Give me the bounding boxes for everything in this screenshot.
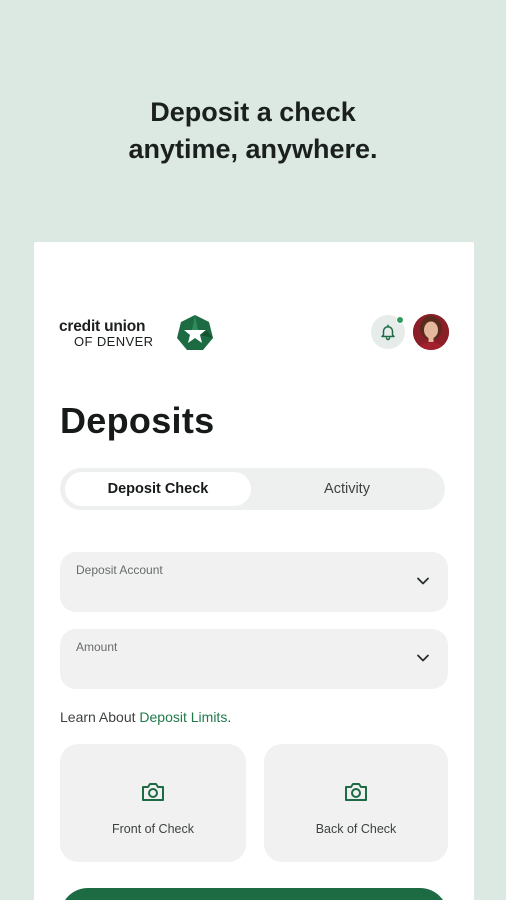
limits-suffix: . xyxy=(227,709,232,725)
front-of-check-label: Front of Check xyxy=(112,822,194,836)
limits-prefix: Learn About xyxy=(60,709,140,725)
promo-headline-line1: Deposit a check xyxy=(150,97,356,127)
logo-star-icon xyxy=(177,315,213,350)
brand-logo[interactable]: credit union OF DENVER xyxy=(59,314,219,354)
amount-label: Amount xyxy=(76,640,118,654)
deposit-tabs: Deposit Check Activity xyxy=(60,468,445,510)
tab-deposit-check[interactable]: Deposit Check xyxy=(65,472,251,506)
user-avatar[interactable] xyxy=(413,314,449,350)
promo-headline-line2: anytime, anywhere. xyxy=(128,134,378,164)
amount-field[interactable]: Amount xyxy=(60,629,448,689)
deposit-limits-link[interactable]: Deposit Limits xyxy=(139,709,227,725)
front-of-check-button[interactable]: Front of Check xyxy=(60,744,246,862)
chevron-down-icon xyxy=(417,577,429,585)
promo-headline: Deposit a check anytime, anywhere. xyxy=(0,94,506,168)
app-screen: credit union OF DENVER Deposits Deposit … xyxy=(34,242,474,900)
continue-button[interactable] xyxy=(60,888,448,900)
camera-icon xyxy=(345,783,367,801)
logo-line1: credit union xyxy=(59,318,146,335)
app-header: credit union OF DENVER xyxy=(59,314,449,354)
notification-dot xyxy=(396,316,404,324)
back-of-check-label: Back of Check xyxy=(315,822,397,836)
notifications-button[interactable] xyxy=(371,315,405,349)
bell-icon xyxy=(381,324,395,341)
deposit-account-select[interactable]: Deposit Account xyxy=(60,552,448,612)
page-title: Deposits xyxy=(60,400,215,441)
deposit-limits-note: Learn About Deposit Limits. xyxy=(60,709,231,725)
deposit-account-label: Deposit Account xyxy=(76,563,163,577)
logo-wordmark: credit union OF DENVER xyxy=(59,318,153,349)
avatar-image xyxy=(413,314,449,350)
tab-activity[interactable]: Activity xyxy=(254,472,440,506)
chevron-down-icon xyxy=(417,654,429,662)
camera-icon xyxy=(142,783,164,801)
back-of-check-button[interactable]: Back of Check xyxy=(264,744,448,862)
logo-line2: OF DENVER xyxy=(74,334,154,349)
